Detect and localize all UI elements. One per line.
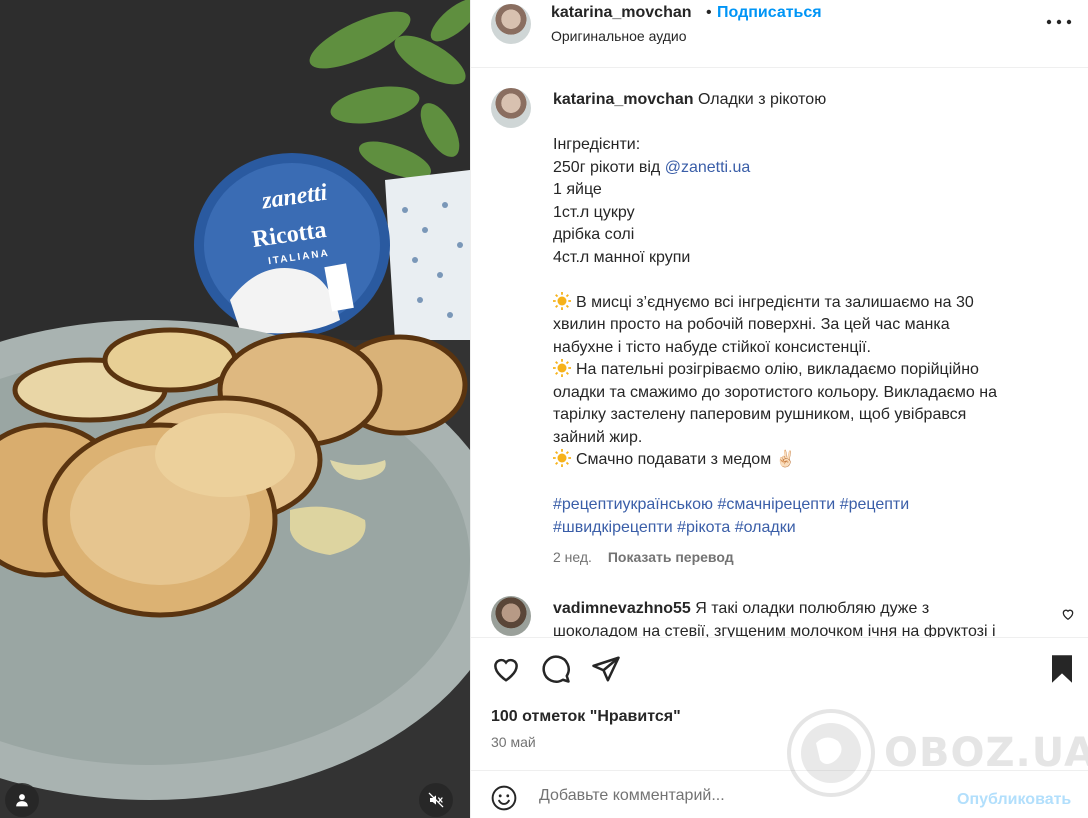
comment-input[interactable] [539, 784, 939, 808]
user-tag-icon [16, 794, 28, 807]
commenter-username[interactable]: vadimnevazhno55 [553, 600, 691, 617]
caption-line-text: Смачно подавати з медом [576, 451, 772, 468]
comment-icon[interactable] [541, 654, 571, 684]
comments-scroll-area[interactable]: katarina_movchan Оладки з рікотою Інгред… [471, 69, 1088, 637]
smiley-icon[interactable] [491, 785, 517, 811]
publish-button[interactable]: Опубликовать [957, 791, 1071, 809]
sun-emoji-icon [553, 359, 571, 377]
caption-line: В мисці з’єднуємо всі інгредієнти та зал… [553, 291, 1053, 315]
post-date[interactable]: 30 май [491, 734, 536, 750]
comment-heart-icon[interactable] [1061, 607, 1075, 621]
add-comment-bar: Опубликовать [471, 770, 1088, 818]
caption-line: дрібка солі [553, 226, 635, 243]
caption-line-text: 250г рікоти від [553, 158, 665, 176]
victory-hand-emoji: ✌🏻 [775, 451, 796, 468]
hashtag-link[interactable]: #рікота [677, 519, 730, 536]
audio-label[interactable]: Оригинальное аудио [551, 28, 687, 44]
author-username[interactable]: katarina_movchan [551, 4, 692, 22]
likes-count[interactable]: 100 отметок "Нравится" [491, 708, 681, 726]
author-avatar[interactable] [491, 4, 531, 44]
caption-line: зайний жир. [553, 428, 643, 446]
mention-link[interactable]: @zanetti.ua [665, 159, 751, 176]
mute-icon [428, 792, 444, 808]
caption-title: Оладки з рікотою [697, 91, 827, 108]
follow-button[interactable]: Подписаться [717, 4, 822, 22]
mute-button[interactable] [419, 783, 453, 817]
caption-line-text: На пательні розігріваємо олію, викладаєм… [576, 361, 979, 378]
hashtag-link[interactable]: #рецептиукраїнською [553, 496, 713, 513]
hashtag-line: #рецептиукраїнською #смачнірецепти #реце… [553, 494, 1053, 517]
caption-line: набухне і тісто набуде стійкої консистен… [553, 338, 871, 356]
hashtag-link[interactable]: #смачнірецепти [717, 496, 835, 513]
caption-line: 4ст.л манної крупи [553, 248, 691, 266]
caption-heading: katarina_movchan Оладки з рікотою [553, 91, 826, 109]
caption-avatar[interactable] [491, 88, 531, 128]
caption-body: Інгредієнти: 250г рікоти від @zanetti.ua… [553, 134, 1053, 539]
caption-line: 250г рікоти від @zanetti.ua [553, 157, 1053, 180]
post-media[interactable]: zanetti Ricotta ITALIANA [0, 0, 470, 818]
post-details-panel: katarina_movchan • Подписаться Оригиналь… [470, 0, 1088, 818]
send-icon[interactable] [591, 654, 621, 684]
sun-emoji-icon [553, 449, 571, 467]
caption-line: тарілку застелену паперовим рушником, що… [553, 406, 967, 423]
translate-button[interactable]: Показать перевод [608, 549, 734, 565]
caption-line: Смачно подавати з медом ✌🏻 [553, 449, 1053, 472]
caption-line-text: В мисці з’єднуємо всі інгредієнти та зал… [576, 293, 974, 311]
comment-text-line1: Я такі оладки полюбляю дуже з [690, 600, 930, 617]
hashtag-link[interactable]: #оладки [735, 519, 796, 536]
caption-age[interactable]: 2 нед. [553, 549, 592, 565]
caption-line: оладки та смажимо до зоротистого кольору… [553, 383, 997, 401]
bookmark-icon[interactable] [1049, 654, 1075, 684]
caption-username[interactable]: katarina_movchan [553, 91, 694, 108]
caption-line: 1 яйце [553, 181, 602, 198]
hashtag-link[interactable]: #швидкірецепти [553, 519, 673, 536]
caption-meta: 2 нед. Показать перевод [553, 549, 734, 565]
caption-line: хвилин просто на робочій поверхні. За це… [553, 316, 950, 333]
comment-text-line2: шоколадом на стевії, згущеним молочком і… [553, 622, 996, 638]
caption-line: Інгредієнти: [553, 136, 641, 153]
caption-line: На пательні розігріваємо олію, викладаєм… [553, 359, 1053, 382]
commenter-avatar[interactable] [491, 596, 531, 636]
caption-line: 1ст.л цукру [553, 203, 635, 221]
user-tags-button[interactable] [5, 783, 39, 817]
post-header: katarina_movchan • Подписаться Оригиналь… [471, 0, 1088, 68]
comment-text: vadimnevazhno55 Я такі оладки полюбляю д… [553, 598, 1043, 637]
sun-emoji-icon [553, 291, 571, 310]
header-separator: • [706, 4, 712, 21]
heart-icon[interactable] [491, 654, 521, 684]
more-horizontal-icon[interactable] [1041, 10, 1077, 34]
hashtag-link[interactable]: #рецепти [840, 496, 910, 513]
post-actions: 100 отметок "Нравится" 30 май [471, 637, 1088, 755]
pancakes-photo [0, 0, 470, 818]
hashtag-line: #швидкірецепти #рікота #оладки [553, 517, 1053, 540]
